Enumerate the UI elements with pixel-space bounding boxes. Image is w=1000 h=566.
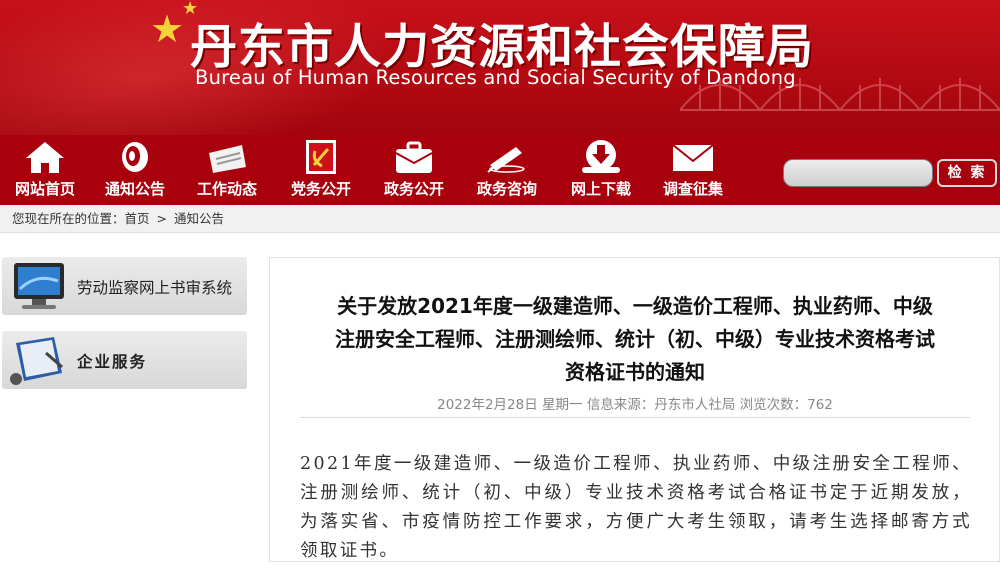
party-emblem-icon [306,140,336,174]
nav-item-work-news[interactable]: 工作动态 [182,135,272,205]
nav-label: 政务咨询 [476,180,537,198]
nav-label: 工作动态 [196,180,257,198]
nav-label: 通知公告 [104,180,165,198]
nav-label: 网站首页 [14,180,75,198]
nav-label: 党务公开 [290,180,351,198]
nav-item-downloads[interactable]: 网上下载 [556,135,646,205]
nav-item-home[interactable]: 网站首页 [0,135,90,205]
search-input[interactable] [783,159,933,187]
site-title-en: Bureau of Human Resources and Social Sec… [195,66,796,89]
nav-label: 政务公开 [383,180,444,198]
article-title-line: 注册安全工程师、注册测绘师、统计（初、中级）专业技术资格考试 [335,327,935,351]
breadcrumb-link-home[interactable]: 首页 [125,211,150,226]
newspaper-icon [209,145,246,173]
article-meta: 2022年2月28日 星期一 信息来源：丹东市人社局 浏览次数：762 [437,397,833,413]
breadcrumb: 您现在所在的位置：首页 > 通知公告 [0,205,1000,233]
megaphone-icon [122,142,148,172]
search-button[interactable]: 检 索 [937,159,997,187]
breadcrumb-link-notices[interactable]: 通知公告 [174,211,224,226]
article-title-line: 资格证书的通知 [565,360,705,384]
nav-item-survey[interactable]: 调查征集 [648,135,738,205]
download-icon [582,140,620,173]
nav-label: 调查征集 [662,180,723,198]
nav-item-party-affairs[interactable]: 党务公开 [276,135,366,205]
briefcase-icon [395,141,433,173]
site-banner: ★ ★ 丹东市人力资源和社会保障局 Bureau of Human Resour… [0,0,1000,135]
article-body: 2021年度一级建造师、一级造价工程师、执业药师、中级注册安全工程师、注册测绘师… [300,454,972,561]
home-icon [26,142,64,173]
article-title: 关于发放2021年度一级建造师、一级造价工程师、执业药师、中级 注册安全工程师、… [0,290,1000,389]
breadcrumb-prefix: 您现在所在的位置： [12,211,125,226]
breadcrumb-separator: > [156,211,167,226]
nav-item-notices[interactable]: 通知公告 [90,135,180,205]
article-title-line: 关于发放2021年度一级建造师、一级造价工程师、执业药师、中级 [337,294,933,318]
article-divider [300,417,970,418]
pen-icon [487,147,525,173]
nav-item-consulting[interactable]: 政务咨询 [462,135,552,205]
nav-item-government-affairs[interactable]: 政务公开 [369,135,459,205]
nav-label: 网上下载 [570,180,631,198]
star-large-icon: ★ [150,7,185,51]
envelope-icon [672,144,714,171]
